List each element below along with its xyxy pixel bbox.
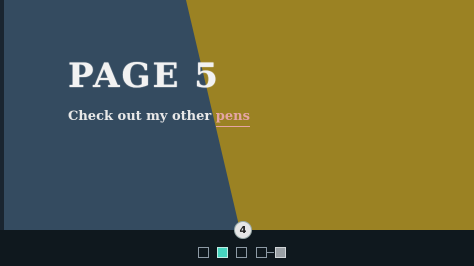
pager-dot-4[interactable] xyxy=(256,247,267,258)
left-frame xyxy=(0,0,4,266)
subtitle: Check out my other pens xyxy=(68,109,250,127)
pens-link[interactable]: pens xyxy=(215,109,250,127)
slide-stage: PAGE 5 Check out my other pens xyxy=(0,0,474,230)
subtitle-text: Check out my other xyxy=(68,109,216,124)
pager-dot-5[interactable] xyxy=(275,247,286,258)
pager-dot-1[interactable] xyxy=(198,247,209,258)
pager-dot-3[interactable] xyxy=(236,247,247,258)
pager-connector xyxy=(267,252,274,253)
current-page-badge: 4 xyxy=(234,221,252,239)
pager-dot-2[interactable] xyxy=(217,247,228,258)
page-title: PAGE 5 xyxy=(68,56,220,96)
